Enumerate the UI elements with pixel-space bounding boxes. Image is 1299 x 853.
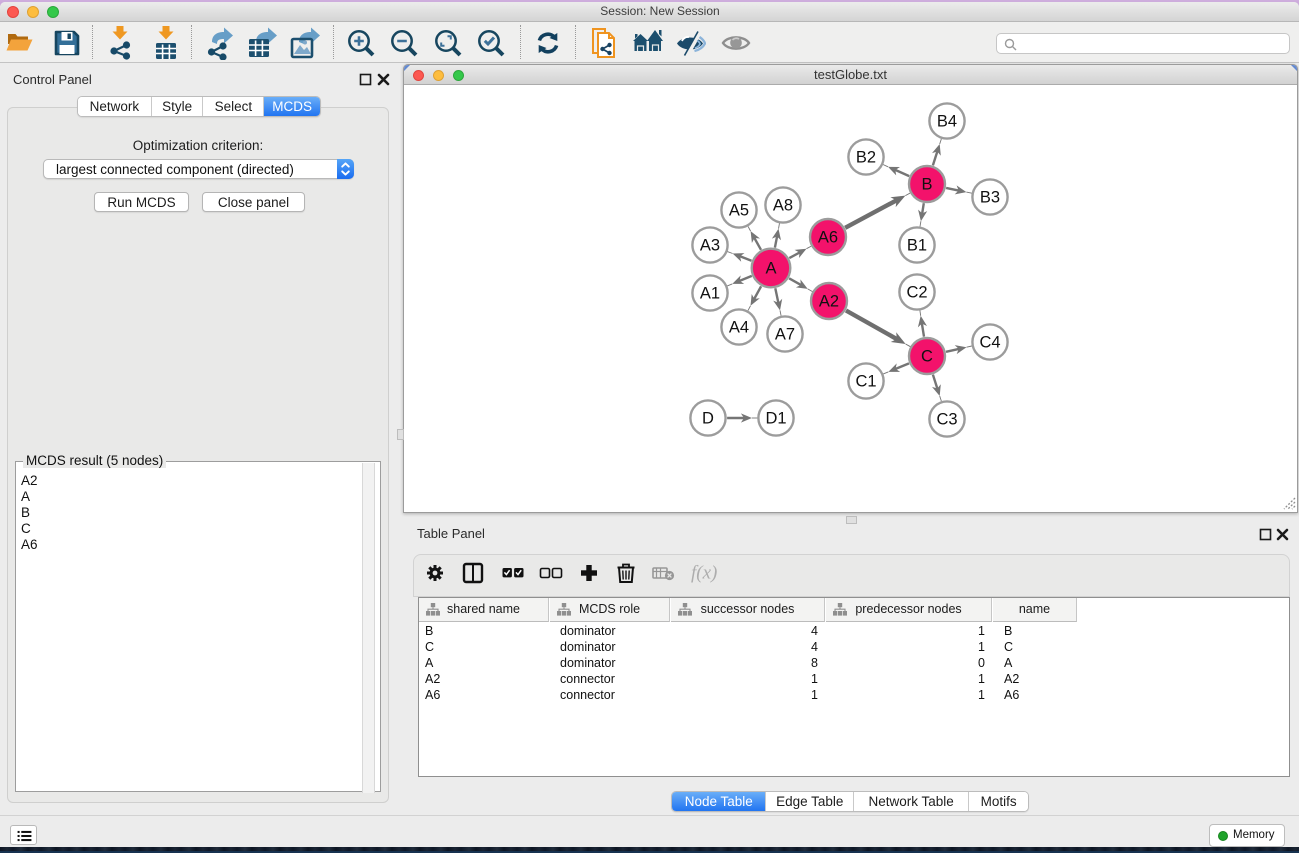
- svg-text:A1: A1: [700, 285, 720, 303]
- svg-text:C: C: [921, 348, 933, 366]
- svg-text:A6: A6: [818, 229, 838, 247]
- svg-text:C2: C2: [906, 284, 927, 302]
- svg-text:D: D: [702, 410, 714, 428]
- svg-text:D1: D1: [765, 410, 786, 428]
- svg-text:B: B: [921, 176, 932, 194]
- svg-text:B2: B2: [856, 149, 876, 167]
- svg-text:B4: B4: [937, 113, 957, 131]
- svg-text:f(x): f(x): [691, 563, 717, 584]
- svg-text:C1: C1: [855, 373, 876, 391]
- svg-text:A7: A7: [775, 326, 795, 344]
- svg-text:A: A: [765, 260, 776, 278]
- svg-text:C3: C3: [936, 411, 957, 429]
- svg-text:B1: B1: [907, 237, 927, 255]
- svg-text:A2: A2: [819, 293, 839, 311]
- svg-text:A5: A5: [729, 202, 749, 220]
- svg-text:A8: A8: [773, 197, 793, 215]
- svg-text:B3: B3: [980, 189, 1000, 207]
- svg-text:A4: A4: [729, 319, 749, 337]
- svg-text:C4: C4: [979, 334, 1000, 352]
- svg-text:A3: A3: [700, 237, 720, 255]
